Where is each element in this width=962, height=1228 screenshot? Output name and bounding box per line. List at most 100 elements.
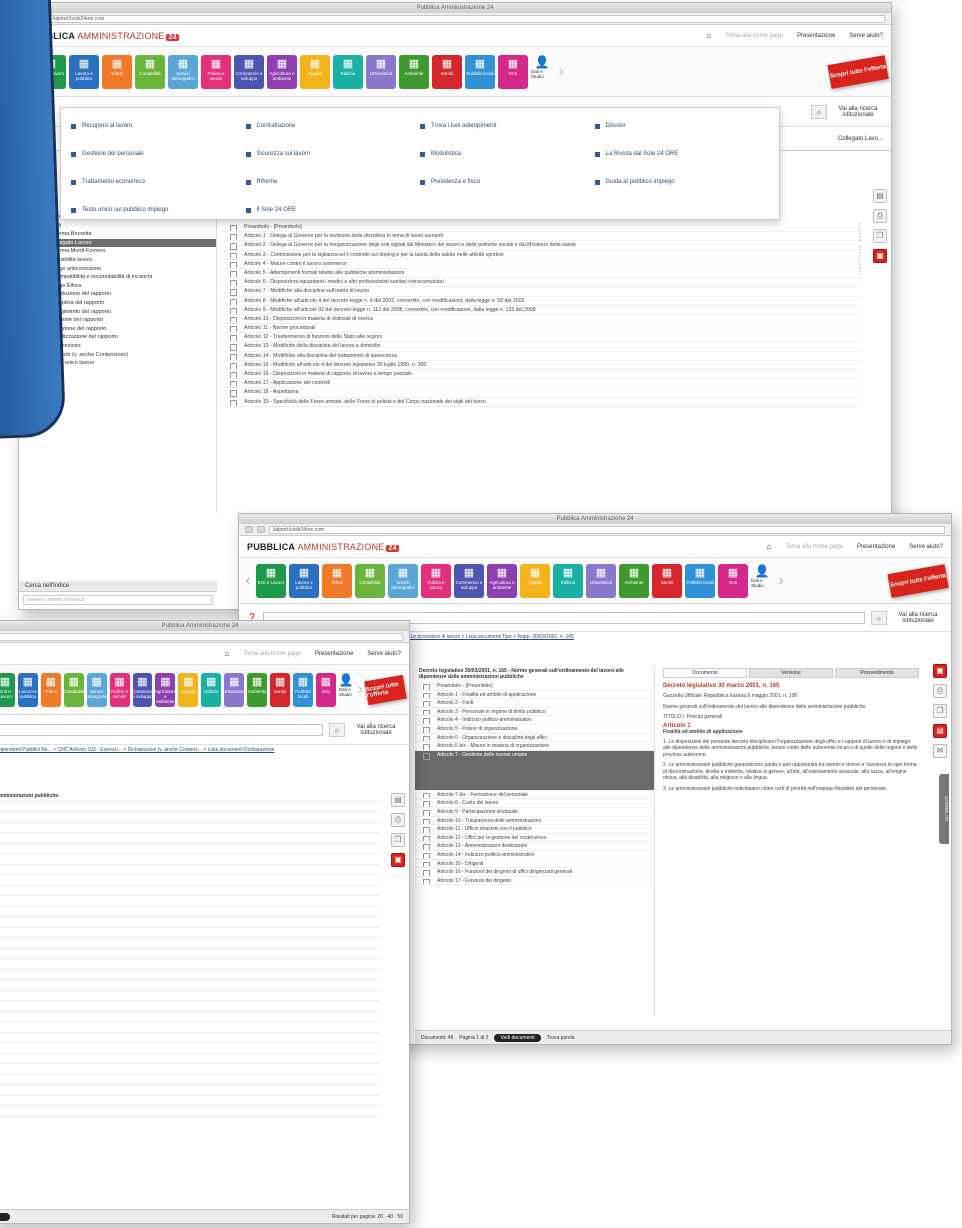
institutional-search-link[interactable]: Vai alla ricerca istituzionale bbox=[833, 106, 883, 118]
article-row[interactable]: Articolo 9 - Modifiche all'articolo 92 d… bbox=[222, 306, 862, 315]
results-per-page[interactable]: Risultati per pagina: 20 · 40 · 50 bbox=[332, 1214, 403, 1220]
dropdown-item[interactable]: Il Sole 24 ORE bbox=[245, 196, 421, 224]
toc-row[interactable]: Articolo 9 - Partecipazione sindacale bbox=[415, 808, 654, 817]
category-tile[interactable]: ▦ Ambiente bbox=[399, 54, 429, 89]
result-row[interactable] bbox=[0, 938, 381, 949]
user-profile[interactable]: 👤 Dati e Studio bbox=[339, 673, 354, 707]
nav-presentazione-link[interactable]: Presentazione bbox=[315, 651, 353, 657]
dropdown-item[interactable]: Recupero al lavoro bbox=[71, 112, 246, 140]
result-row[interactable] bbox=[0, 1064, 381, 1075]
article-row[interactable]: Articolo 5 - Adempimenti formali relativ… bbox=[222, 269, 862, 279]
article-row[interactable]: Articolo 17 - Applicazione dei controlli bbox=[222, 379, 862, 389]
category-tile[interactable]: ▦Servizi demografici bbox=[86, 672, 107, 707]
index-search-input[interactable]: Inserire i termini di ricerca bbox=[23, 595, 213, 605]
result-row[interactable] bbox=[0, 1022, 381, 1033]
nav-home-link[interactable]: Torna alla home page bbox=[243, 651, 301, 657]
article-row[interactable]: Articolo 18 - Aspettativa bbox=[222, 388, 862, 398]
status-pill[interactable] bbox=[0, 1212, 11, 1221]
address-bar[interactable] bbox=[0, 632, 403, 641]
correlati-tab[interactable]: CORRELATI bbox=[939, 774, 949, 844]
toc-row[interactable]: Articolo 4 - Indirizzo politico-amminist… bbox=[415, 716, 654, 725]
home-icon[interactable]: ⌂ bbox=[224, 649, 229, 658]
user-profile[interactable]: 👤 Dati e Studio bbox=[751, 564, 773, 598]
view-documents-button[interactable]: Vedi documenti bbox=[494, 1033, 541, 1042]
category-tile[interactable]: ▦ Sanità bbox=[652, 563, 682, 598]
dropdown-item[interactable]: Trova i tuoi adempimenti bbox=[420, 112, 595, 140]
category-tile[interactable]: ▦Urbanistica bbox=[224, 672, 245, 707]
result-row[interactable] bbox=[0, 833, 381, 844]
category-tile[interactable]: ▦ Edilizia bbox=[553, 563, 583, 598]
find-word[interactable]: Trova parola bbox=[547, 1035, 575, 1041]
pdf-icon[interactable]: ▣ bbox=[933, 664, 947, 678]
pdf-icon[interactable]: ▣ bbox=[391, 853, 405, 867]
article-row[interactable]: Articolo 7 - Modifiche alla disciplina s… bbox=[222, 287, 862, 297]
home-icon[interactable]: ⌂ bbox=[706, 31, 711, 40]
toc-row[interactable]: Articolo 7-bis - Formazione del personal… bbox=[415, 791, 654, 800]
category-tile[interactable]: ▦ Appalti bbox=[300, 54, 330, 89]
toc-row[interactable]: Articolo 10 - Trasparenza delle amminist… bbox=[415, 817, 654, 826]
category-tile[interactable]: ▦ Enti bbox=[498, 54, 528, 89]
nav-presentazione-link[interactable]: Presentazione bbox=[797, 33, 835, 39]
print-icon[interactable]: ⎙ bbox=[391, 813, 405, 827]
toc-row[interactable]: Articolo 16 - Funzioni dei dirigenti di … bbox=[415, 868, 654, 877]
result-row[interactable] bbox=[0, 1096, 381, 1106]
copy-icon[interactable]: ❐ bbox=[391, 833, 405, 847]
category-tile[interactable]: ▦ Pubblici locali bbox=[292, 672, 313, 707]
article-row[interactable]: Preambolo - [Preambolo] bbox=[222, 223, 862, 233]
page-icon[interactable]: ▤ bbox=[873, 189, 887, 203]
toc-row[interactable]: Articolo 14 - Indirizzo politico-amminis… bbox=[415, 851, 654, 860]
category-tile[interactable]: ▦ Agricoltura e ambiente bbox=[487, 563, 517, 598]
result-row[interactable] bbox=[0, 1075, 381, 1085]
page-icon[interactable]: ▤ bbox=[391, 793, 405, 807]
nav-help-link[interactable]: Serve aiuto? bbox=[849, 33, 883, 39]
scroll-right-icon[interactable]: › bbox=[776, 572, 786, 590]
category-tile[interactable]: ▦ Sanità bbox=[432, 54, 462, 89]
dropdown-item[interactable]: Previdenza e fisco bbox=[420, 168, 595, 196]
scroll-left-icon[interactable]: ‹ bbox=[243, 572, 253, 590]
forward-button[interactable] bbox=[257, 526, 265, 533]
category-tile[interactable]: ▦ Pubblici locali bbox=[465, 54, 495, 89]
category-tile[interactable]: ▦ Polizia e servizi bbox=[421, 563, 451, 598]
dropdown-item[interactable]: La Rivista dal Sole 24 ORE bbox=[594, 140, 770, 168]
category-tile[interactable]: ▦ Agricoltura e ambiente bbox=[155, 672, 176, 707]
result-row[interactable] bbox=[0, 854, 381, 865]
dropdown-item[interactable]: Testo unico sul pubblico impiego bbox=[71, 196, 246, 224]
nav-home-link[interactable]: Torna alla home page bbox=[725, 33, 783, 39]
toc-row[interactable]: Articolo 17 - Funzioni dei dirigenti bbox=[415, 877, 654, 886]
nav-presentazione-link[interactable]: Presentazione bbox=[857, 544, 895, 550]
result-row[interactable] bbox=[0, 959, 381, 970]
category-tile[interactable]: ▦ Appalti bbox=[520, 563, 550, 598]
toc-row[interactable]: Articolo 5 - Potere di organizzazione bbox=[415, 725, 654, 734]
address-bar[interactable]: lalpmd.ilsole24ore.com bbox=[49, 14, 885, 23]
category-tile[interactable]: ▦ Appalti bbox=[178, 672, 199, 707]
category-tile[interactable]: ▦ Lavoro e pubblico bbox=[289, 563, 319, 598]
category-tile[interactable]: ▦Commercio e sviluppo bbox=[132, 672, 153, 707]
article-row[interactable]: Articolo 2 - Delega al Governo per la ri… bbox=[222, 241, 862, 251]
category-tile[interactable]: ▦ Contabilità bbox=[355, 563, 385, 598]
result-row[interactable] bbox=[0, 1043, 381, 1054]
result-row[interactable] bbox=[0, 991, 381, 1001]
institutional-search-link[interactable]: Vai alla ricerca istituzionale bbox=[351, 724, 401, 736]
category-tile[interactable]: ▦ Polizia e servizi bbox=[109, 672, 130, 707]
result-row[interactable] bbox=[0, 802, 381, 812]
home-icon[interactable]: ⌂ bbox=[766, 542, 771, 551]
category-tile[interactable]: ▦Commercio e sviluppo bbox=[234, 54, 264, 89]
result-row[interactable] bbox=[0, 823, 381, 833]
print-icon[interactable]: ⎙ bbox=[933, 684, 947, 698]
category-tile[interactable]: ▦Servizi demografici bbox=[388, 563, 418, 598]
result-row[interactable] bbox=[0, 844, 381, 854]
dropdown-item[interactable]: Contrattazione bbox=[245, 112, 421, 140]
toc-row[interactable]: Articolo 6-bis - Misure in materia di or… bbox=[415, 742, 654, 751]
toc-row[interactable]: Articolo 8 - Costo del lavoro bbox=[415, 799, 654, 808]
category-tile[interactable]: ▦ Enti bbox=[718, 563, 748, 598]
offer-ribbon[interactable]: Scopri tutte l'offerta bbox=[887, 563, 949, 598]
category-tile[interactable]: ▦ Polizia e servizi bbox=[201, 54, 231, 89]
nav-help-link[interactable]: Serve aiuto? bbox=[367, 651, 401, 657]
category-tile[interactable]: ▦ Agricoltura e ambiente bbox=[267, 54, 297, 89]
category-tile[interactable]: ▦ Enti bbox=[315, 672, 336, 707]
offer-ribbon[interactable]: Scopri tutte l'offerta bbox=[364, 674, 407, 705]
toc-row[interactable]: Articolo 11 - Ufficio relazioni con il p… bbox=[415, 825, 654, 834]
article-row[interactable]: Articolo 4 - Misure contro il lavoro som… bbox=[222, 260, 862, 269]
category-tile[interactable]: ▦Enti e Lavoro bbox=[0, 672, 15, 707]
institutional-search-link[interactable]: Vai alla ricerca istituzionale bbox=[893, 612, 943, 624]
